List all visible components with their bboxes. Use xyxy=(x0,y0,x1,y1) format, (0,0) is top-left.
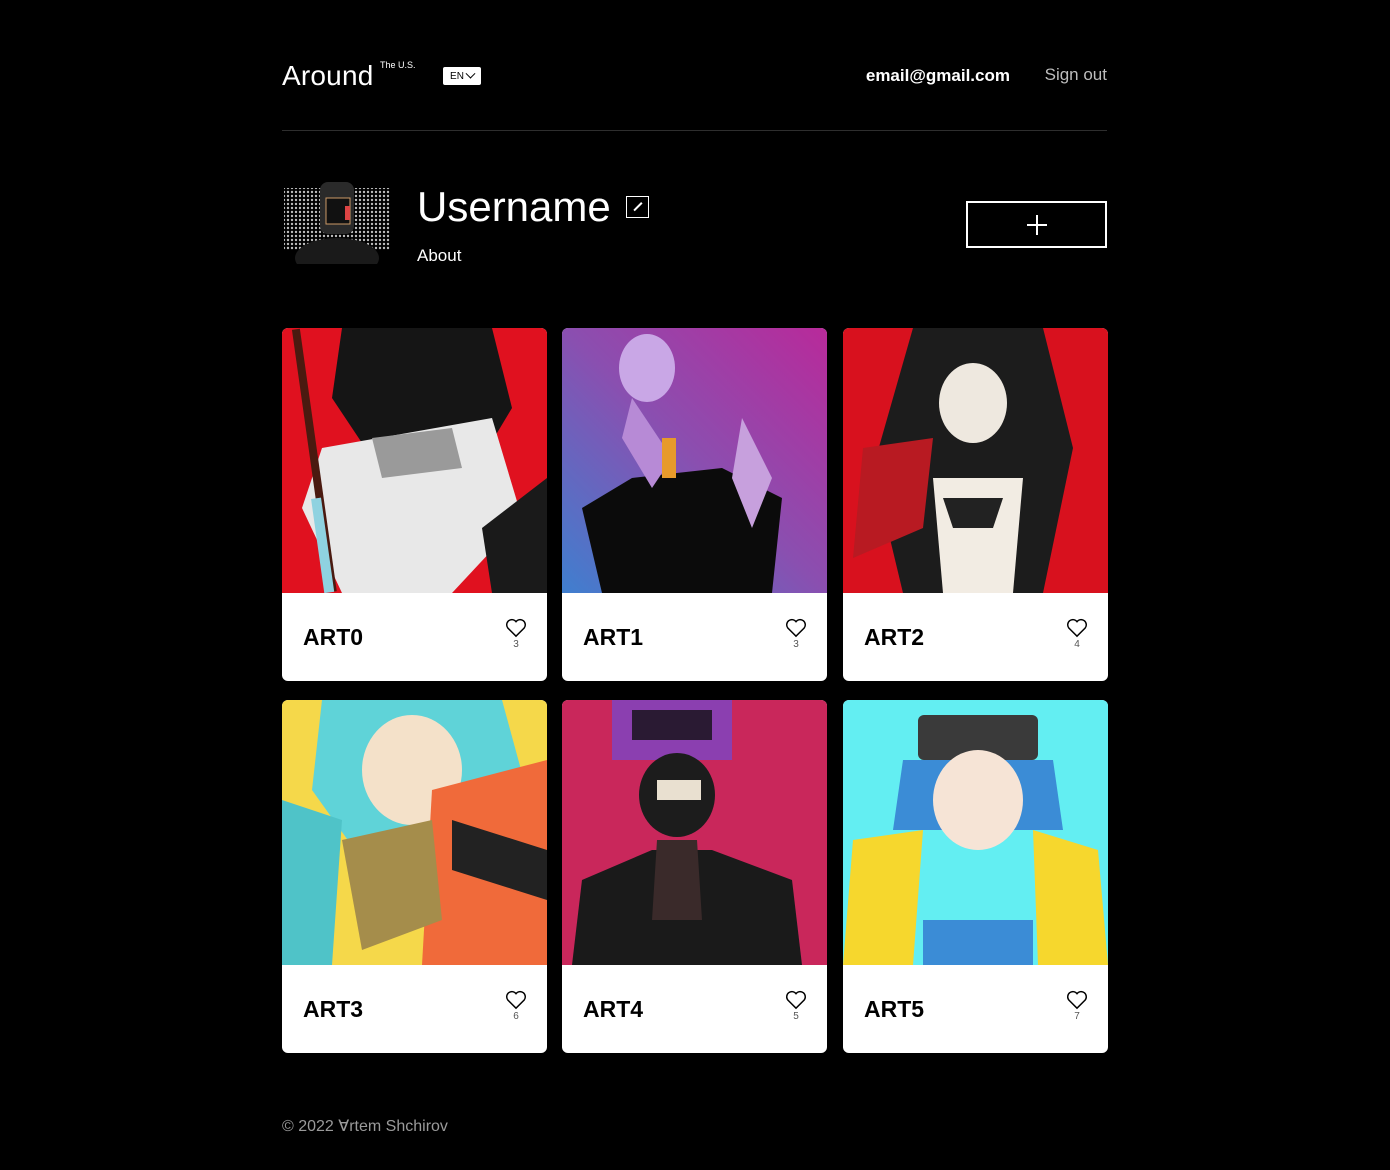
like-count: 6 xyxy=(513,1011,519,1022)
art-card[interactable]: ART3 6 xyxy=(282,700,547,1053)
art-title: ART3 xyxy=(303,996,364,1022)
avatar xyxy=(282,170,392,264)
art-card[interactable]: ART1 3 xyxy=(562,328,827,681)
sign-out-link[interactable]: Sign out xyxy=(1045,65,1107,85)
art-image xyxy=(562,700,827,965)
heart-icon xyxy=(1067,618,1087,638)
art-card[interactable]: ART4 5 xyxy=(562,700,827,1053)
like-button[interactable]: 3 xyxy=(504,618,528,650)
language-value: EN xyxy=(450,70,464,82)
footer-copyright: © 2022 Ɐrtem Shchirov xyxy=(282,1118,448,1135)
art-image xyxy=(282,328,547,593)
edit-profile-button[interactable] xyxy=(626,196,649,218)
profile-username: Username xyxy=(417,183,611,230)
heart-icon xyxy=(786,618,806,638)
like-button[interactable]: 4 xyxy=(1065,618,1089,650)
art-card[interactable]: ART5 7 xyxy=(843,700,1108,1053)
profile-about: About xyxy=(417,246,462,265)
art-title: ART0 xyxy=(303,624,364,650)
user-email: email@gmail.com xyxy=(865,66,1010,85)
heart-icon xyxy=(1067,990,1087,1010)
logo-subtitle: The U.S. xyxy=(380,60,416,70)
header-divider xyxy=(282,130,1107,131)
language-select[interactable]: EN xyxy=(443,67,481,85)
art-card[interactable]: ART0 3 xyxy=(282,328,547,681)
heart-icon xyxy=(506,990,526,1010)
art-card[interactable]: ART2 4 xyxy=(843,328,1108,681)
heart-icon xyxy=(506,618,526,638)
art-image xyxy=(843,700,1108,965)
like-button[interactable]: 3 xyxy=(784,618,808,650)
like-count: 3 xyxy=(793,639,799,650)
art-image xyxy=(562,328,827,593)
heart-icon xyxy=(786,990,806,1010)
art-title: ART5 xyxy=(864,996,925,1022)
art-image xyxy=(282,700,547,965)
add-art-button[interactable] xyxy=(966,201,1107,248)
art-title: ART1 xyxy=(583,624,644,650)
art-title: ART2 xyxy=(864,624,925,650)
like-count: 5 xyxy=(793,1011,799,1022)
like-count: 4 xyxy=(1074,639,1080,650)
like-count: 7 xyxy=(1074,1011,1080,1022)
chevron-down-icon xyxy=(465,68,476,79)
like-button[interactable]: 7 xyxy=(1065,990,1089,1022)
header: Around The U.S. EN email@gmail.com Sign … xyxy=(282,52,1107,98)
like-count: 3 xyxy=(513,639,519,650)
like-button[interactable]: 6 xyxy=(504,990,528,1022)
logo[interactable]: Around xyxy=(282,60,374,92)
like-button[interactable]: 5 xyxy=(784,990,808,1022)
art-image xyxy=(843,328,1108,593)
art-title: ART4 xyxy=(583,996,644,1022)
profile-page: Around The U.S. EN email@gmail.com Sign … xyxy=(0,0,1390,1170)
